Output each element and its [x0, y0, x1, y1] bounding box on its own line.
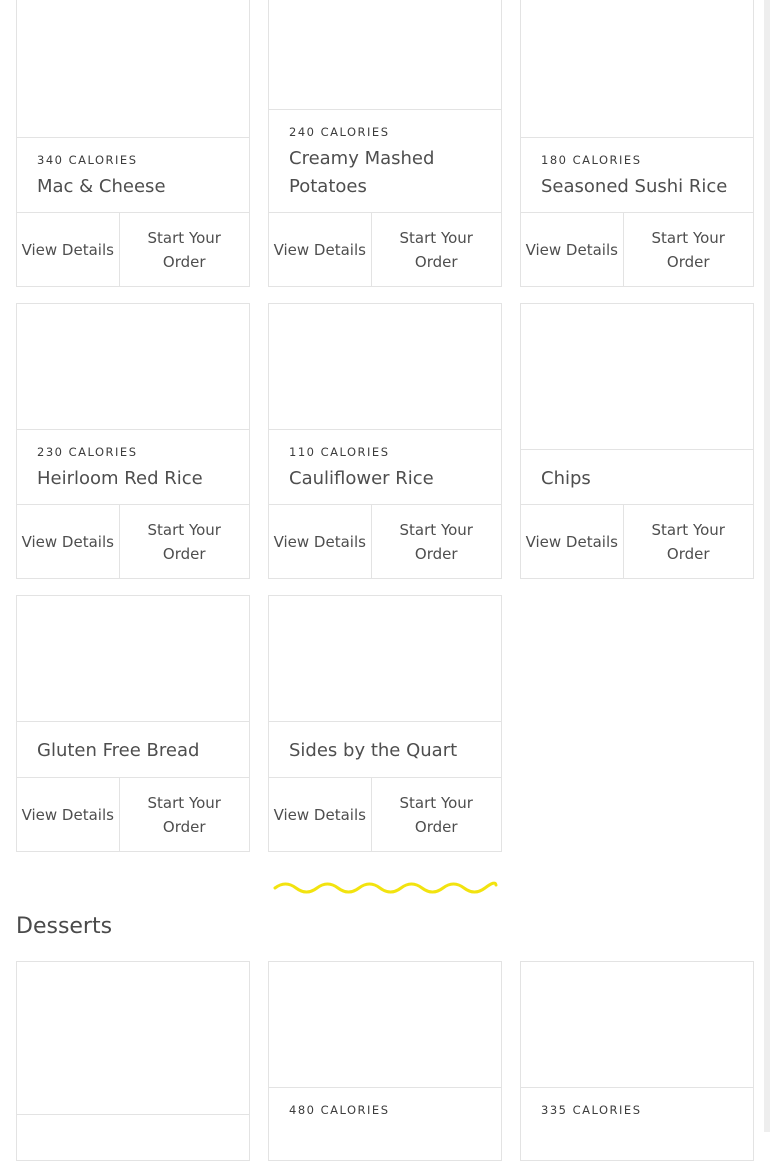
section-title-desserts: Desserts [16, 914, 113, 939]
menu-item-name[interactable]: Chips [541, 465, 739, 493]
menu-item-image[interactable] [17, 304, 249, 430]
start-order-button[interactable]: Start Your Order [370, 778, 502, 851]
menu-item-image[interactable] [17, 962, 249, 1115]
menu-item-name[interactable]: Creamy Mashed Potatoes [289, 145, 487, 201]
view-details-button[interactable]: View Details [17, 778, 119, 851]
menu-card-red-rice: 230 CALORIES Heirloom Red Rice View Deta… [16, 303, 250, 579]
squiggle-divider-icon [273, 881, 498, 894]
calories-label: 230 CALORIES [37, 445, 138, 459]
view-details-button[interactable]: View Details [269, 505, 371, 578]
menu-card-sushi-rice: 180 CALORIES Seasoned Sushi Rice View De… [520, 0, 754, 287]
start-order-button[interactable]: Start Your Order [622, 505, 754, 578]
start-order-button[interactable]: Start Your Order [118, 778, 250, 851]
calories-label: 335 CALORIES [541, 1103, 642, 1117]
calories-label: 240 CALORIES [289, 125, 390, 139]
menu-card-mashed-potatoes: 240 CALORIES Creamy Mashed Potatoes View… [268, 0, 502, 287]
menu-item-image[interactable] [17, 596, 249, 722]
view-details-button[interactable]: View Details [521, 213, 623, 286]
menu-card-cauliflower-rice: 110 CALORIES Cauliflower Rice View Detai… [268, 303, 502, 579]
view-details-button[interactable]: View Details [17, 213, 119, 286]
calories-label: 480 CALORIES [289, 1103, 390, 1117]
menu-item-name[interactable]: Gluten Free Bread [37, 737, 235, 765]
start-order-button[interactable]: Start Your Order [118, 213, 250, 286]
menu-card-gluten-free-bread: Gluten Free Bread View Details Start You… [16, 595, 250, 852]
menu-item-name[interactable]: Cauliflower Rice [289, 465, 487, 493]
menu-item-image[interactable] [269, 304, 501, 430]
menu-item-name[interactable]: Seasoned Sushi Rice [541, 173, 739, 201]
menu-item-name[interactable]: Heirloom Red Rice [37, 465, 235, 493]
dessert-card [16, 961, 250, 1161]
menu-item-image[interactable] [521, 962, 753, 1088]
menu-card-chips: Chips View Details Start Your Order [520, 303, 754, 579]
calories-label: 110 CALORIES [289, 445, 390, 459]
view-details-button[interactable]: View Details [521, 505, 623, 578]
page-scrollbar[interactable] [764, 0, 770, 1132]
view-details-button[interactable]: View Details [269, 778, 371, 851]
menu-card-sides-by-quart: Sides by the Quart View Details Start Yo… [268, 595, 502, 852]
dessert-card: 480 CALORIES [268, 961, 502, 1161]
menu-item-name[interactable]: Sides by the Quart [289, 737, 487, 765]
start-order-button[interactable]: Start Your Order [370, 505, 502, 578]
menu-item-image[interactable] [521, 304, 753, 450]
calories-label: 340 CALORIES [37, 153, 138, 167]
start-order-button[interactable]: Start Your Order [370, 213, 502, 286]
menu-item-image[interactable] [269, 596, 501, 722]
menu-item-image[interactable] [521, 0, 753, 138]
view-details-button[interactable]: View Details [17, 505, 119, 578]
start-order-button[interactable]: Start Your Order [118, 505, 250, 578]
menu-item-name[interactable]: Mac & Cheese [37, 173, 235, 201]
dessert-card: 335 CALORIES [520, 961, 754, 1161]
menu-item-image[interactable] [269, 962, 501, 1088]
menu-item-image[interactable] [17, 0, 249, 138]
start-order-button[interactable]: Start Your Order [622, 213, 754, 286]
calories-label: 180 CALORIES [541, 153, 642, 167]
view-details-button[interactable]: View Details [269, 213, 371, 286]
menu-item-image[interactable] [269, 0, 501, 110]
menu-card-mac-cheese: 340 CALORIES Mac & Cheese View Details S… [16, 0, 250, 287]
